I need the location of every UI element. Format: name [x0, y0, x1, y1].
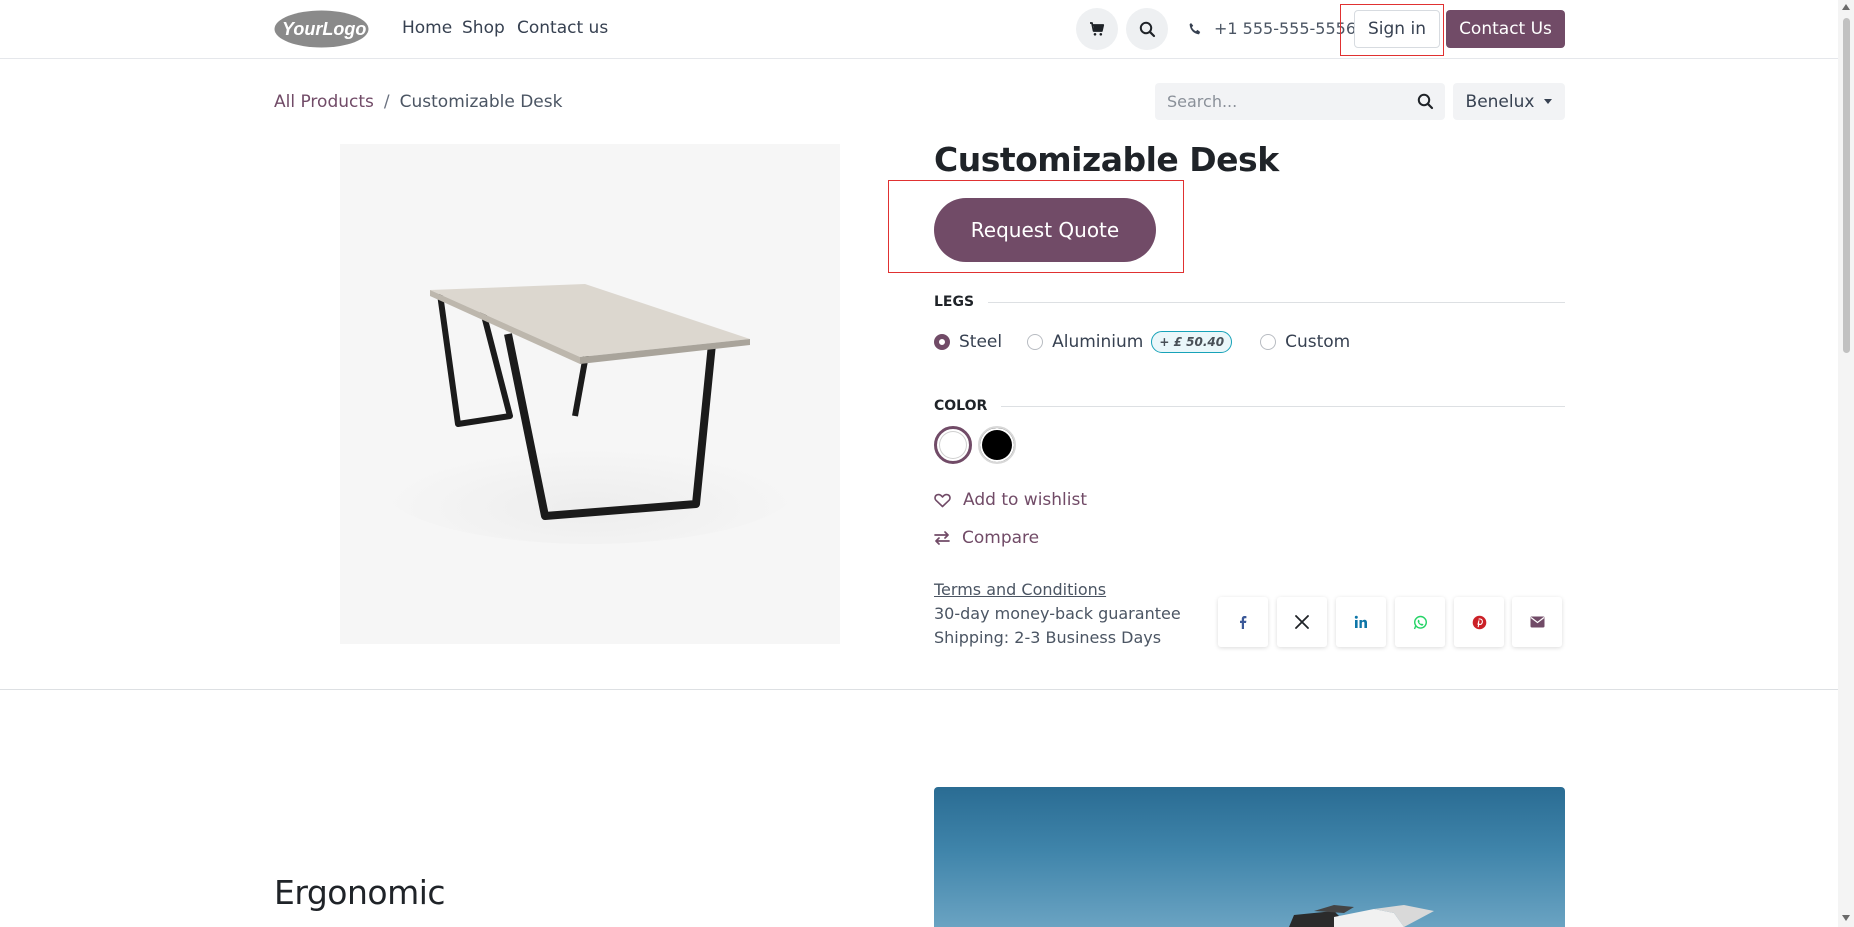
terms-and-conditions-link[interactable]: Terms and Conditions	[934, 580, 1106, 599]
share-linkedin-button[interactable]	[1336, 597, 1386, 647]
legs-options: Steel Aluminium + £ 50.40 Custom	[934, 331, 1350, 353]
cart-button[interactable]	[1076, 8, 1118, 50]
legs-option-label: Steel	[959, 332, 1003, 352]
divider	[1001, 405, 1565, 407]
add-to-wishlist-link[interactable]: Add to wishlist	[934, 490, 1087, 510]
search-icon	[1139, 21, 1155, 37]
legs-radio-custom[interactable]	[1260, 334, 1277, 350]
desk-image	[340, 144, 840, 644]
breadcrumb-separator: /	[383, 92, 390, 112]
pinterest-icon	[1472, 615, 1486, 629]
email-icon	[1530, 616, 1544, 628]
share-email-button[interactable]	[1512, 597, 1562, 647]
building-image	[1289, 905, 1434, 927]
cart-icon	[1090, 22, 1105, 36]
share-x-button[interactable]	[1277, 597, 1327, 647]
divider	[988, 301, 1565, 303]
share-facebook-button[interactable]	[1218, 597, 1268, 647]
legs-label: LEGS	[934, 294, 975, 310]
nav-home[interactable]: Home	[402, 18, 452, 38]
legs-option-label: Aluminium	[1052, 332, 1144, 352]
share-pinterest-button[interactable]	[1454, 597, 1504, 647]
legs-radio-aluminium[interactable]	[1027, 334, 1044, 350]
shipping-text: Shipping: 2-3 Business Days	[934, 628, 1162, 647]
color-attribute-header: COLOR	[934, 398, 1565, 414]
legs-option-label: Custom	[1285, 332, 1351, 352]
phone-contact[interactable]: +1 555-555-5556	[1188, 19, 1356, 38]
site-header: YourLogo Home Shop Contact us +1 555-555…	[0, 0, 1838, 59]
section-divider	[0, 689, 1838, 690]
product-search	[1155, 83, 1445, 120]
contact-us-button[interactable]: Contact Us	[1446, 10, 1565, 48]
compare-arrows-icon	[934, 531, 950, 545]
linkedin-icon	[1354, 615, 1367, 628]
color-swatch-white[interactable]	[934, 426, 972, 464]
search-toggle-button[interactable]	[1126, 8, 1168, 50]
logo-text: YourLogo	[282, 19, 366, 39]
compare-label: Compare	[962, 528, 1040, 548]
whatsapp-icon	[1413, 615, 1427, 629]
sign-in-button[interactable]: Sign in	[1354, 10, 1440, 48]
nav-contact-us[interactable]: Contact us	[517, 18, 608, 38]
facebook-icon	[1240, 616, 1247, 629]
breadcrumb-current: Customizable Desk	[399, 92, 563, 112]
chevron-down-icon	[1544, 99, 1553, 104]
product-image[interactable]	[340, 144, 840, 644]
product-title: Customizable Desk	[934, 140, 1279, 179]
search-icon	[1417, 93, 1433, 110]
legs-radio-steel[interactable]	[934, 334, 950, 350]
scroll-down-arrow-icon[interactable]	[1842, 915, 1850, 921]
share-whatsapp-button[interactable]	[1395, 597, 1445, 647]
color-swatch-black[interactable]	[978, 426, 1016, 464]
page-scrollbar[interactable]	[1838, 0, 1854, 927]
section-title-ergonomic: Ergonomic	[274, 873, 446, 912]
search-input[interactable]	[1155, 92, 1405, 111]
phone-icon	[1189, 22, 1201, 34]
request-quote-button[interactable]: Request Quote	[934, 198, 1156, 262]
legs-attribute-header: LEGS	[934, 294, 1565, 310]
guarantee-text: 30-day money-back guarantee	[934, 604, 1181, 623]
color-label: COLOR	[934, 398, 988, 414]
nav-shop[interactable]: Shop	[462, 18, 505, 38]
heart-icon	[934, 493, 951, 507]
breadcrumb-all-products[interactable]: All Products	[274, 92, 374, 112]
x-icon	[1295, 615, 1309, 629]
scroll-up-arrow-icon[interactable]	[1842, 4, 1850, 10]
breadcrumb: All Products / Customizable Desk	[274, 92, 562, 112]
phone-number: +1 555-555-5556	[1214, 19, 1357, 38]
section-image	[934, 787, 1565, 927]
logo[interactable]: YourLogo	[274, 10, 369, 48]
scrollbar-thumb[interactable]	[1843, 18, 1850, 353]
pricelist-selected: Benelux	[1465, 91, 1535, 112]
wishlist-label: Add to wishlist	[963, 490, 1088, 510]
price-extra-badge: + £ 50.40	[1151, 331, 1233, 353]
search-submit-button[interactable]	[1405, 83, 1445, 120]
pricelist-dropdown[interactable]: Benelux	[1453, 83, 1565, 120]
compare-link[interactable]: Compare	[934, 528, 1039, 548]
